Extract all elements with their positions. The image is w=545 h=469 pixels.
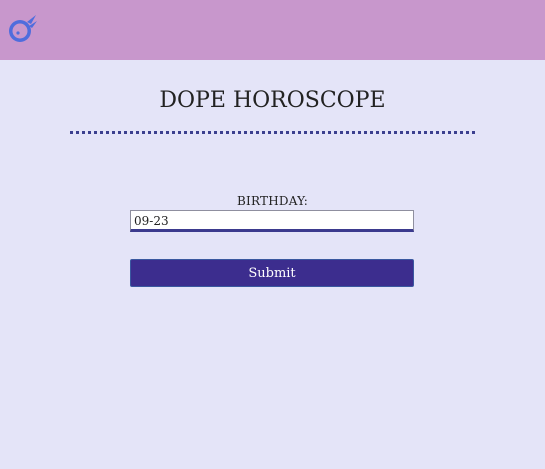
page-title: DOPE HOROSCOPE (159, 88, 386, 113)
birthday-input[interactable] (130, 210, 414, 232)
comet-icon[interactable] (5, 12, 39, 46)
top-header-bar (0, 0, 545, 60)
birthday-label: BIRTHDAY: (237, 194, 308, 208)
submit-button[interactable]: Submit (130, 259, 414, 287)
title-divider (70, 131, 475, 134)
